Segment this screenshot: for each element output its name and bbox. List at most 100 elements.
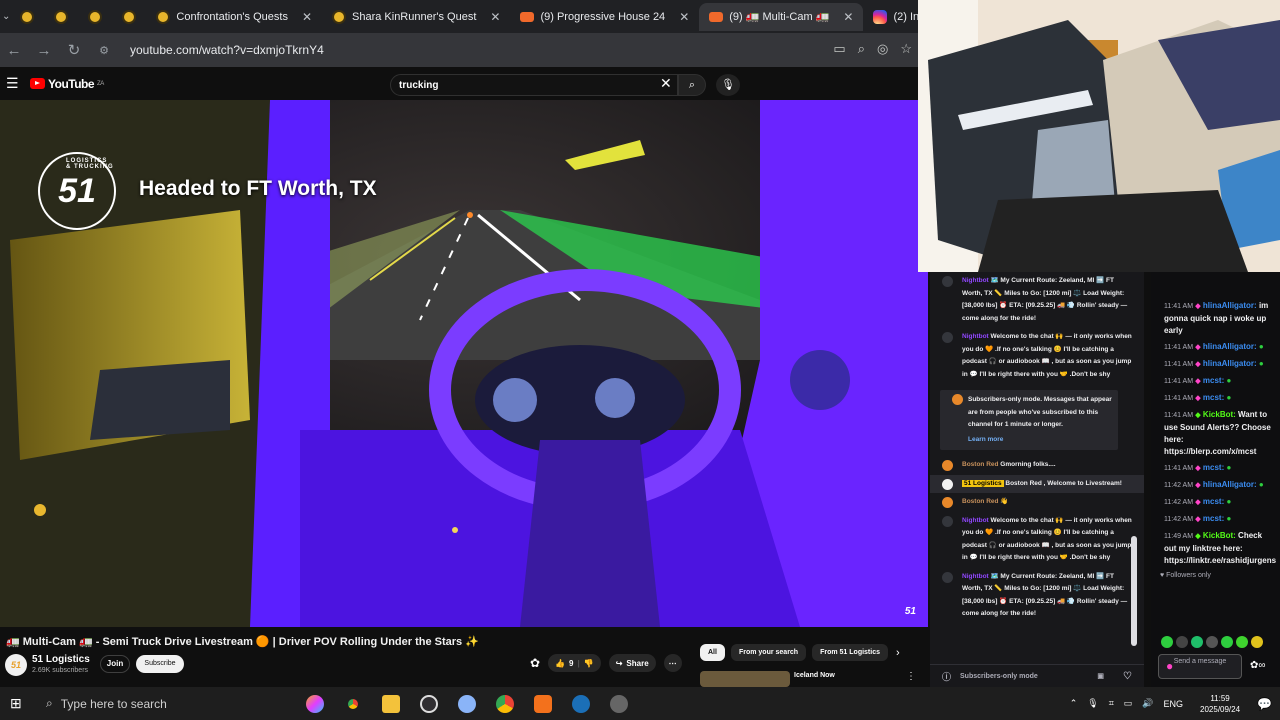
forward-icon[interactable]: → [36, 42, 52, 59]
eye-off-icon[interactable]: ◎ [877, 41, 888, 57]
reload-icon[interactable]: ↻ [66, 41, 82, 59]
browser-tab[interactable]: (9) 🚛 Multi-Cam 🚛 ✕ [699, 2, 864, 31]
tab-close-icon[interactable]: ✕ [679, 10, 689, 24]
message-user[interactable]: hlinaAlligator: [1203, 359, 1257, 368]
emote-icon[interactable] [1236, 636, 1248, 648]
message-user[interactable]: KickBot: [1203, 531, 1236, 540]
emote-icon[interactable] [1191, 636, 1203, 648]
network-icon[interactable]: ⌗ [1109, 698, 1114, 709]
video-player[interactable]: 51 LOGISTICS & TRUCKING Headed to FT Wor… [0, 100, 928, 627]
taskbar-search-placeholder: Type here to search [60, 696, 167, 711]
share-button[interactable]: ↪ Share [608, 654, 656, 672]
recommended-title[interactable]: Iceland Now [794, 672, 835, 679]
chat-author[interactable]: Nightbot [962, 333, 989, 340]
app-spider-icon[interactable] [610, 694, 628, 713]
message-user[interactable]: hlinaAlligator: [1203, 342, 1257, 351]
message-user[interactable]: KickBot: [1203, 410, 1236, 419]
taskbar-search[interactable]: ⌕ Type here to search [46, 696, 266, 711]
emote-icon[interactable] [1251, 636, 1263, 648]
tray-chevron-icon[interactable]: ⌃ [1070, 698, 1078, 709]
more-actions-button[interactable]: ⋯ [663, 654, 682, 672]
message-user[interactable]: mcst: [1203, 514, 1224, 523]
chips-next-chevron-icon[interactable]: › [896, 647, 900, 659]
browser-tab[interactable] [10, 3, 44, 31]
app-orange-icon[interactable] [534, 694, 552, 713]
thumbs-down-icon[interactable]: 👎 [584, 659, 594, 668]
chat-gift-icon[interactable]: ✿∞ [1250, 660, 1266, 671]
steam-icon[interactable] [572, 694, 590, 713]
chat-author[interactable]: Nightbot [962, 517, 989, 524]
snipping-icon[interactable] [458, 694, 476, 713]
tab-list-chevron-icon[interactable]: ⌄ [2, 11, 10, 22]
message-user[interactable]: hlinaAlligator: [1203, 480, 1257, 489]
chrome-icon[interactable] [344, 694, 362, 713]
recommended-more-icon[interactable]: ⋮ [906, 671, 916, 682]
display-icon[interactable]: ▭ [1124, 698, 1133, 709]
like-button[interactable]: 👍 9 | 👎 [548, 654, 601, 672]
tab-close-icon[interactable]: ✕ [490, 10, 500, 24]
youtube-logo[interactable]: YouTube ZA [30, 77, 104, 91]
windows-start-icon[interactable]: ⊞ [10, 695, 28, 712]
chat-author[interactable]: Boston Red [962, 461, 998, 468]
search-input[interactable]: trucking [390, 74, 678, 96]
chat-author[interactable]: 51 Logistics [962, 479, 1004, 487]
emote-icon: ● [1224, 514, 1232, 523]
chat-scrollbar[interactable] [1131, 536, 1137, 646]
join-button[interactable]: Join [100, 655, 130, 673]
back-icon[interactable]: ← [6, 42, 22, 59]
filter-chip[interactable]: From your search [730, 644, 807, 661]
browser-tab[interactable] [78, 3, 112, 31]
mic-pink-icon[interactable]: ● [1166, 659, 1173, 673]
menu-icon[interactable]: ☰ [6, 75, 19, 92]
obs-icon[interactable] [420, 694, 438, 713]
clear-search-icon[interactable]: ✕ [660, 75, 672, 92]
site-info-icon[interactable]: ⚙ [96, 44, 112, 57]
mic-tray-icon[interactable]: 🎙 [1087, 698, 1098, 709]
volume-icon[interactable]: 🔊 [1142, 698, 1153, 709]
emote-icon[interactable] [1161, 636, 1173, 648]
emote-icon[interactable] [1206, 636, 1218, 648]
notifications-icon[interactable]: 💬 [1257, 697, 1272, 711]
search-button[interactable]: ⌕ [678, 74, 706, 96]
browser-tab[interactable] [112, 3, 146, 31]
voice-search-button[interactable]: 🎙 [716, 74, 740, 96]
zoom-icon[interactable]: ⌕ [858, 41, 865, 57]
browser-tab[interactable]: Shara KinRunner's Quest ✕ [322, 3, 510, 31]
tab-close-icon[interactable]: ✕ [302, 10, 312, 24]
copilot-icon[interactable] [306, 694, 324, 713]
subscribe-button[interactable]: Subscribe [136, 655, 184, 673]
extension-icon[interactable]: ✿ [530, 656, 540, 670]
emote-icon: ● [1256, 359, 1264, 368]
bookmark-star-icon[interactable]: ☆ [900, 41, 912, 57]
chrome-profile-icon[interactable] [496, 694, 514, 713]
chat-author[interactable]: Nightbot [962, 573, 989, 580]
recommended-thumbnail[interactable] [700, 671, 790, 687]
emote-icon[interactable] [1221, 636, 1233, 648]
info-icon[interactable]: ⓘ [942, 670, 951, 683]
tab-close-icon[interactable]: ✕ [843, 10, 853, 24]
message-user[interactable]: mcst: [1203, 376, 1224, 385]
message-user[interactable]: mcst: [1203, 497, 1224, 506]
message-user[interactable]: mcst: [1203, 393, 1224, 402]
learn-more-link[interactable]: Learn more [968, 434, 1112, 447]
filter-chip[interactable]: From 51 Logistics [812, 644, 888, 661]
heart-icon[interactable]: ♡ [1123, 671, 1132, 682]
cast-icon[interactable]: ▭ [833, 41, 845, 57]
file-explorer-icon[interactable] [382, 694, 400, 713]
watermark-51-text: 51 [58, 171, 96, 210]
emote-icon[interactable] [1176, 636, 1188, 648]
browser-tab[interactable]: Confrontation's Quests ✕ [146, 3, 322, 31]
chat-settings-icon[interactable]: ▣ [1097, 672, 1104, 680]
browser-tab[interactable] [44, 3, 78, 31]
message-user[interactable]: mcst: [1203, 463, 1224, 472]
filter-chip[interactable]: All [700, 644, 725, 661]
browser-tab[interactable]: (9) Progressive House 24 ✕ [510, 3, 699, 31]
clock[interactable]: 11:59 2025/09/24 [1193, 693, 1247, 715]
channel-name[interactable]: 51 Logistics [32, 654, 90, 665]
chat-author[interactable]: Boston Red [962, 498, 998, 505]
url-field[interactable]: youtube.com/watch?v=dxmjoTkrnY4 [130, 43, 324, 57]
channel-avatar[interactable]: 51 [5, 654, 27, 676]
message-user[interactable]: hlinaAlligator: [1203, 301, 1257, 310]
language-indicator[interactable]: ENG [1164, 699, 1184, 709]
chat-author[interactable]: Nightbot [962, 277, 989, 284]
